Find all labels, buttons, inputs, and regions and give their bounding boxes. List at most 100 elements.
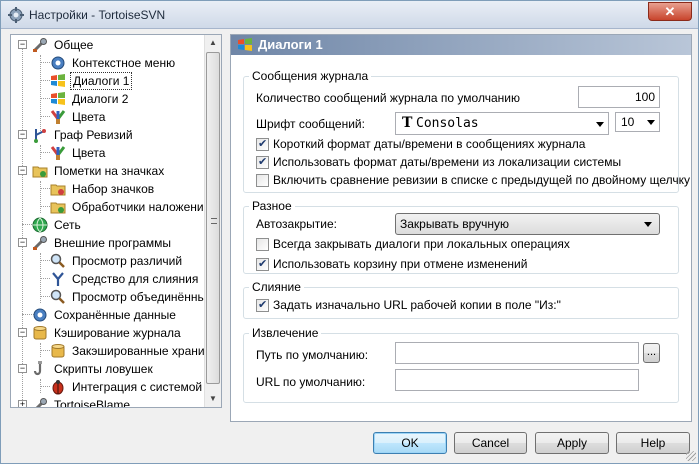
autoclose-value: Закрывать вручную [400,217,509,231]
default-url-input[interactable] [395,369,639,391]
tree-item-label: Набор значков [72,182,155,196]
font-size-select[interactable]: 10 [615,112,660,132]
tree-item-label: Диалоги 1 [70,72,133,90]
settings-page: Диалоги 1 Сообщения журнала Количество с… [230,34,692,422]
merge-icon [52,272,64,286]
settings-window: Настройки - TortoiseSVN ✕ − − − − − − + … [0,0,699,464]
tree-item-label: Граф Ревизий [54,128,133,142]
merge-group-title: Слияние [249,280,304,294]
resize-grip[interactable] [686,451,696,461]
double-click-compare-label: Включить сравнение ревизии в списке с пр… [273,173,691,187]
default-path-input[interactable] [395,342,639,364]
tree-item-label: Интеграция с системой [72,380,203,394]
help-button-label: Help [640,436,666,450]
expander-tortoiseblame[interactable]: + [18,400,27,407]
gear-icon [51,56,65,70]
chevron-down-icon [644,222,652,227]
windows-flag-icon [51,74,65,87]
tree-item-label: Просмотр объединённь [72,290,204,304]
scroll-up-icon[interactable]: ▲ [205,35,221,51]
folder-overlay-icon [50,184,66,196]
scroll-down-icon[interactable]: ▼ [205,391,221,407]
wrench-icon [35,398,47,407]
expander-revision-graph[interactable]: − [18,130,27,139]
windows-flag-icon [51,92,65,105]
magnifier-icon [50,253,65,268]
recycle-bin-label: Использовать корзину при отмене изменени… [273,257,528,271]
close-button[interactable]: ✕ [648,2,692,21]
short-date-label: Короткий формат даты/времени в сообщения… [273,137,586,151]
paint-brush-icon [50,110,66,124]
autoclose-select[interactable]: Закрывать вручную [395,213,660,235]
checkbox-box[interactable] [256,155,269,169]
log-count-input[interactable]: 100 [578,86,660,108]
globe-icon [32,217,48,233]
tree-item-label: Просмотр различий [72,254,183,268]
tree-scrollbar[interactable]: ▲ ▼ [204,35,221,407]
log-count-value: 100 [634,90,655,104]
close-icon: ✕ [664,4,676,19]
default-url-label: URL по умолчанию: [256,375,366,389]
expander-external-programs[interactable]: − [18,238,27,247]
gear-icon [33,308,47,322]
ok-button[interactable]: OK [373,432,447,454]
database-icon [51,344,65,358]
magnifier-icon [50,289,65,304]
autoclose-label: Автозакрытие: [256,217,337,231]
chevron-down-icon [596,121,604,127]
log-count-label: Количество сообщений журнала по умолчани… [256,91,520,105]
help-button[interactable]: Help [616,432,690,454]
tree-item-label: Сеть [54,218,81,232]
cancel-button[interactable]: Cancel [454,432,527,454]
expander-hook-scripts[interactable]: − [18,364,27,373]
page-header: Диалоги 1 [231,35,691,55]
wrench-icon [33,38,47,52]
tree-item-label: Скрипты ловушек [54,362,153,376]
hook-icon [33,361,42,376]
checkbox-box[interactable] [256,298,269,312]
window-title: Настройки - TortoiseSVN [29,8,166,22]
tree-item-label: Закэшированные храни [72,344,205,358]
checkbox-box[interactable] [256,257,269,271]
windows-flag-icon [238,38,252,51]
tree-item-label: Цвета [72,146,106,160]
tree-item-label: Пометки на значках [54,164,165,178]
tree-item-label: Сохранённые данные [54,308,176,322]
tree-item-label: Кэширование журнала [54,326,181,340]
tree-item-label: TortoiseBlame [54,398,131,408]
expander-icon-overlays[interactable]: − [18,166,27,175]
wrench-icon [33,236,47,250]
scroll-thumb[interactable] [206,52,220,384]
tortoisesvn-settings-icon [8,7,24,23]
settings-tree[interactable]: − − − − − − + Общее Контекстное меню Диа… [10,34,222,408]
tree-item-label: Цвета [72,110,106,124]
tree-item-label: Средство для слияния [72,272,199,286]
checkout-group-title: Извлечение [249,326,322,340]
paint-brush-icon [50,146,66,160]
checkbox-box[interactable] [256,137,269,151]
font-select[interactable]: T Consolas [395,112,609,135]
expander-log-caching[interactable]: − [18,328,27,337]
tree-item-label: Общее [54,38,94,52]
apply-button[interactable]: Apply [535,432,609,454]
folder-overlay-icon [32,166,48,178]
misc-group-title: Разное [249,199,295,213]
font-label: Шрифт сообщений: [256,117,365,131]
database-icon [33,326,47,340]
cancel-button-label: Cancel [471,436,510,450]
font-select-value: Consolas [416,116,479,131]
expander-general[interactable]: − [18,40,27,49]
tree-item-label: Контекстное меню [72,56,176,70]
folder-overlay-icon [50,202,66,214]
default-path-label: Путь по умолчанию: [256,348,369,362]
tree-item-label: Диалоги 2 [72,92,129,106]
browse-path-button[interactable]: ... [643,343,660,363]
locale-date-label: Использовать формат даты/времени из лока… [273,155,622,169]
font-size-value: 10 [621,115,635,129]
apply-button-label: Apply [556,436,588,450]
checkbox-box[interactable] [256,174,269,187]
browse-path-label: ... [646,346,657,358]
tree-item-label: Обработчики наложени [72,200,204,214]
checkbox-box[interactable] [256,238,269,251]
title-bar[interactable]: Настройки - TortoiseSVN ✕ [1,1,698,29]
